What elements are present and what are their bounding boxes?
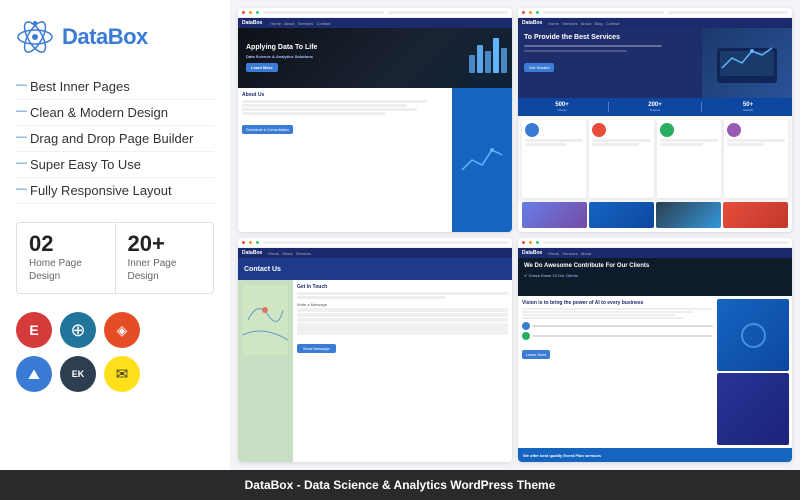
plugin-icon-grid: E ⊕ ◈ ⛰ EK ✉ — [16, 312, 214, 392]
sc3-stats-bar: 500+ Clients 200+ Projects 50+ Awards — [518, 98, 792, 116]
main-content: DataBox Best Inner Pages Clean & Modern … — [0, 0, 800, 470]
logo-data: Data — [62, 24, 108, 49]
feature-item-4: Super Easy To Use — [16, 152, 214, 178]
left-panel: DataBox Best Inner Pages Clean & Modern … — [0, 0, 230, 470]
sc2-nav — [238, 238, 512, 248]
sc1-hero-text: Applying Data To Life — [246, 44, 317, 52]
stat-number-2: 20+ — [128, 233, 202, 255]
sc2-hero-text: Contact Us — [244, 266, 281, 273]
screenshot-about-us: DataBox Home About Services Contact Appl… — [238, 8, 512, 232]
sc4-nav — [518, 238, 792, 248]
sc1-nav — [238, 8, 512, 18]
stats-row: 02 Home Page Design 20+ Inner Page Desig… — [16, 222, 214, 294]
sc3-hero-text: To Provide the Best Services — [524, 34, 696, 42]
elementor-icon: E — [16, 312, 52, 348]
sc1-hero: Applying Data To Life Data Science & Ana… — [238, 28, 512, 88]
logo-area: DataBox — [16, 18, 214, 56]
mailchimp-icon: ✉ — [104, 356, 140, 392]
footer-text: DataBox - Data Science & Analytics WordP… — [245, 478, 556, 492]
feature-item-2: Clean & Modern Design — [16, 100, 214, 126]
stat-homepage: 02 Home Page Design — [17, 223, 116, 293]
logo-text: DataBox — [62, 24, 148, 50]
wordpress-icon: ⊕ — [60, 312, 96, 348]
sc3-nav — [518, 8, 792, 18]
footer-title: DataBox - Data Science & Analytics WordP… — [245, 478, 556, 492]
ek-icon: EK — [60, 356, 96, 392]
stat-label-2: Inner Page Design — [128, 257, 202, 283]
codeigniter-icon: ◈ — [104, 312, 140, 348]
stat-label-1: Home Page Design — [29, 257, 103, 283]
feature-item-5: Fully Responsive Layout — [16, 178, 214, 204]
screenshot-services: DataBox Home Services About We Do Awesom… — [518, 238, 792, 462]
footer: DataBox - Data Science & Analytics WordP… — [0, 470, 800, 500]
stat-number-1: 02 — [29, 233, 103, 255]
screenshot-contact: DataBox Home About Services Contact Us — [238, 238, 512, 462]
mountain-icon: ⛰ — [16, 356, 52, 392]
logo-box: Box — [108, 24, 148, 49]
sc4-hero-text: We Do Awesome Contribute For Our Clients — [524, 263, 786, 271]
stat-innerpage: 20+ Inner Page Design — [116, 223, 214, 293]
feature-item-1: Best Inner Pages — [16, 74, 214, 100]
screenshot-collage: DataBox Home About Services Contact Appl… — [230, 0, 800, 470]
logo-icon — [16, 18, 54, 56]
screenshot-main-hero: DataBox Home Services About Blog Contact… — [518, 8, 792, 232]
feature-item-3: Drag and Drop Page Builder — [16, 126, 214, 152]
feature-list: Best Inner Pages Clean & Modern Design D… — [16, 74, 214, 204]
